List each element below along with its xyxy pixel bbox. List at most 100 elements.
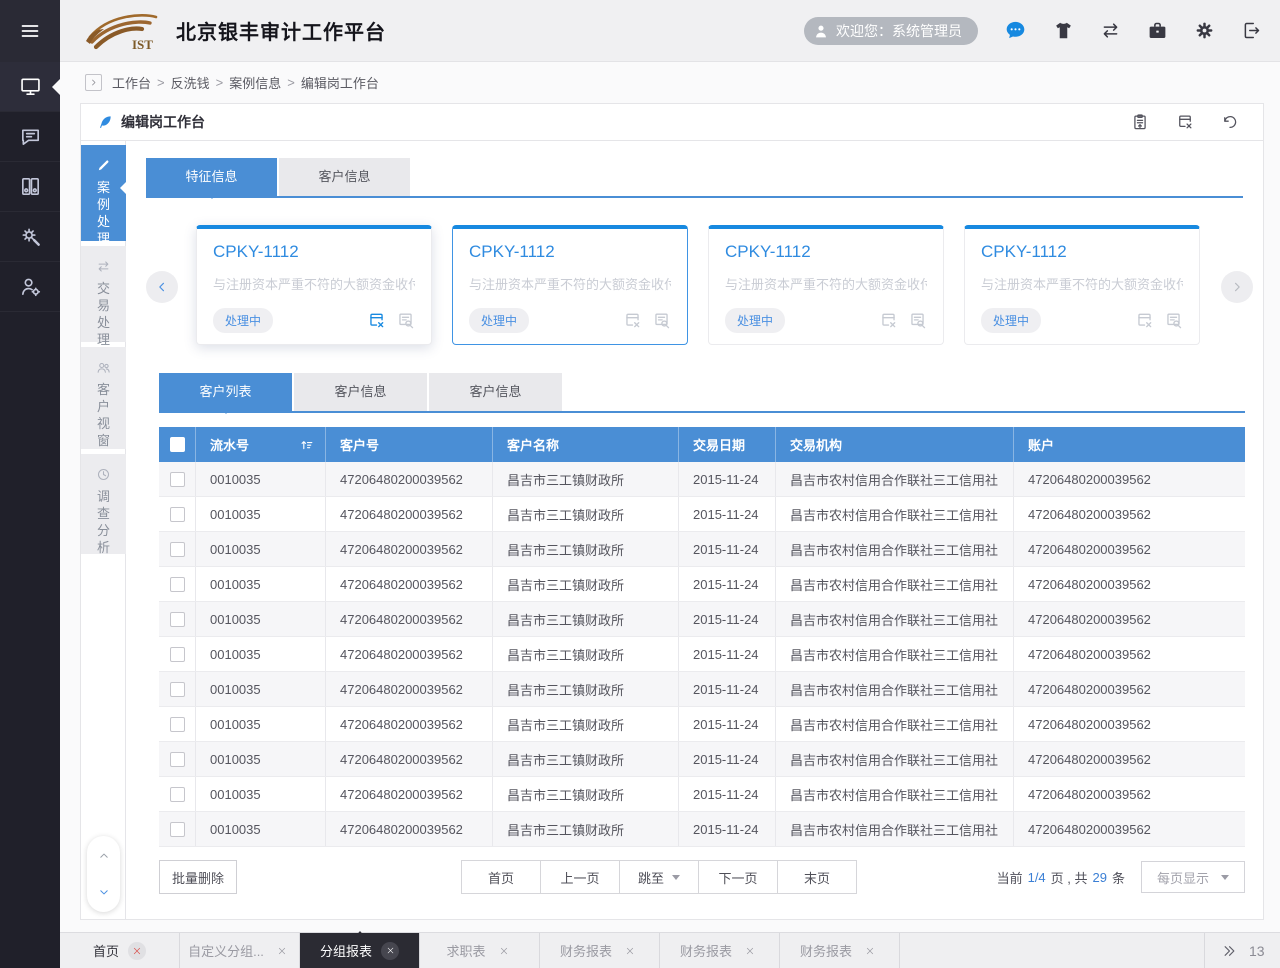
breadcrumb-item[interactable]: 工作台	[112, 73, 151, 92]
close-tab-button[interactable]	[741, 942, 759, 960]
row-checkbox[interactable]	[170, 822, 185, 837]
sidebar-nav-item[interactable]	[0, 162, 60, 212]
vertical-tab[interactable]: 客户视窗	[81, 347, 126, 449]
breadcrumb-toggle-button[interactable]	[85, 74, 102, 91]
welcome-user-button[interactable]: 欢迎您：系统管理员	[804, 17, 978, 45]
doc-search-icon[interactable]	[908, 311, 927, 330]
tshirt-icon[interactable]	[1053, 20, 1074, 41]
close-tab-button[interactable]	[381, 942, 399, 960]
swap-icon[interactable]	[1100, 20, 1121, 41]
bottom-tab[interactable]: 财务报表	[780, 933, 900, 968]
page-button[interactable]: 上一页	[540, 860, 620, 894]
row-checkbox[interactable]	[170, 682, 185, 697]
doc-search-icon[interactable]	[396, 311, 415, 330]
double-right-icon[interactable]	[1221, 943, 1237, 959]
table-row[interactable]: 0010035 47206480200039562 昌吉市三工镇财政所 2015…	[159, 532, 1245, 567]
table-row[interactable]: 0010035 47206480200039562 昌吉市三工镇财政所 2015…	[159, 707, 1245, 742]
logout-icon[interactable]	[1241, 20, 1262, 41]
close-tab-button[interactable]	[861, 942, 879, 960]
vertical-tab[interactable]: 调查分析	[81, 454, 126, 554]
page-button[interactable]: 末页	[777, 860, 857, 894]
cell-customer-name: 昌吉市三工镇财政所	[493, 777, 679, 811]
breadcrumb-item[interactable]: 编辑岗工作台	[301, 73, 379, 92]
bottom-tab[interactable]: 自定义分组...	[180, 933, 300, 968]
row-checkbox[interactable]	[170, 612, 185, 627]
table-row[interactable]: 0010035 47206480200039562 昌吉市三工镇财政所 2015…	[159, 672, 1245, 707]
bottom-tab[interactable]: 分组报表	[300, 933, 420, 968]
doc-remove-icon[interactable]	[367, 311, 386, 330]
close-tab-button[interactable]	[621, 942, 639, 960]
close-tab-button[interactable]	[495, 942, 513, 960]
page-button[interactable]: 首页	[461, 860, 541, 894]
table-row[interactable]: 0010035 47206480200039562 昌吉市三工镇财政所 2015…	[159, 497, 1245, 532]
table-row[interactable]: 0010035 47206480200039562 昌吉市三工镇财政所 2015…	[159, 462, 1245, 497]
row-checkbox[interactable]	[170, 577, 185, 592]
list-tab[interactable]: 客户信息	[429, 373, 562, 411]
case-card[interactable]: CPKY-1112 与注册资本严重不符的大额资金收付 处理中	[964, 225, 1200, 345]
list-tab[interactable]: 客户列表	[159, 373, 292, 411]
select-all-checkbox[interactable]	[170, 437, 185, 452]
page-button[interactable]: 下一页	[698, 860, 778, 894]
doc-remove-icon[interactable]	[1135, 311, 1154, 330]
vertical-tab-strip: 案例处理 交易处理 客户视窗 调查分析	[81, 141, 126, 919]
message-icon[interactable]	[1004, 19, 1027, 42]
cell-trade-org: 昌吉市农村信用合作联社三工信用社	[776, 532, 1014, 566]
row-checkbox[interactable]	[170, 472, 185, 487]
row-checkbox[interactable]	[170, 507, 185, 522]
feature-tab[interactable]: 客户信息	[279, 158, 410, 196]
per-page-select[interactable]: 每页显示	[1141, 861, 1245, 893]
table-row[interactable]: 0010035 47206480200039562 昌吉市三工镇财政所 2015…	[159, 637, 1245, 672]
briefcase-icon[interactable]	[1147, 20, 1168, 41]
cell-customer-name: 昌吉市三工镇财政所	[493, 497, 679, 531]
doc-remove-icon[interactable]	[1176, 113, 1194, 131]
table-row[interactable]: 0010035 47206480200039562 昌吉市三工镇财政所 2015…	[159, 742, 1245, 777]
menu-button[interactable]	[0, 0, 60, 62]
clipboard-icon[interactable]	[1131, 113, 1149, 131]
breadcrumb-item[interactable]: 案例信息	[229, 73, 281, 92]
bottom-tab[interactable]: 首页	[60, 933, 180, 968]
panel-header: 编辑岗工作台	[80, 103, 1264, 141]
close-tab-button[interactable]	[273, 942, 291, 960]
chevron-down-icon[interactable]	[97, 885, 111, 899]
table-row[interactable]: 0010035 47206480200039562 昌吉市三工镇财政所 2015…	[159, 602, 1245, 637]
gear-icon[interactable]	[1194, 20, 1215, 41]
bottom-tab[interactable]: 求职表	[420, 933, 540, 968]
carousel-prev-button[interactable]	[146, 271, 178, 303]
cell-customer-name: 昌吉市三工镇财政所	[493, 462, 679, 496]
row-checkbox[interactable]	[170, 787, 185, 802]
row-checkbox[interactable]	[170, 542, 185, 557]
table-row[interactable]: 0010035 47206480200039562 昌吉市三工镇财政所 2015…	[159, 812, 1245, 847]
bottom-tab[interactable]: 财务报表	[540, 933, 660, 968]
page-button[interactable]: 跳至	[619, 860, 699, 894]
doc-search-icon[interactable]	[652, 311, 671, 330]
case-card[interactable]: CPKY-1112 与注册资本严重不符的大额资金收付 处理中	[196, 225, 432, 345]
undo-icon[interactable]	[1221, 113, 1239, 131]
close-tab-button[interactable]	[128, 942, 146, 960]
feature-tab[interactable]: 特征信息	[146, 158, 277, 196]
bottom-tab[interactable]: 财务报表	[660, 933, 780, 968]
vertical-tab[interactable]: 交易处理	[81, 246, 126, 342]
sidebar-nav-item[interactable]	[0, 62, 60, 112]
list-tab[interactable]: 客户信息	[294, 373, 427, 411]
table-row[interactable]: 0010035 47206480200039562 昌吉市三工镇财政所 2015…	[159, 567, 1245, 602]
doc-remove-icon[interactable]	[879, 311, 898, 330]
row-checkbox[interactable]	[170, 717, 185, 732]
sidebar-nav-item[interactable]	[0, 212, 60, 262]
vertical-tab[interactable]: 案例处理	[81, 145, 126, 241]
carousel-next-button[interactable]	[1221, 271, 1253, 303]
sort-icon[interactable]	[299, 437, 315, 453]
cell-trade-date: 2015-11-24	[679, 742, 776, 776]
row-checkbox[interactable]	[170, 752, 185, 767]
table-row[interactable]: 0010035 47206480200039562 昌吉市三工镇财政所 2015…	[159, 777, 1245, 812]
case-card[interactable]: CPKY-1112 与注册资本严重不符的大额资金收付 处理中	[452, 225, 688, 345]
sidebar-nav-item[interactable]	[0, 112, 60, 162]
sidebar-nav-item[interactable]	[0, 262, 60, 312]
row-checkbox[interactable]	[170, 647, 185, 662]
case-card[interactable]: CPKY-1112 与注册资本严重不符的大额资金收付 处理中	[708, 225, 944, 345]
batch-delete-button[interactable]: 批量删除	[159, 860, 237, 894]
person-icon	[812, 22, 830, 40]
doc-search-icon[interactable]	[1164, 311, 1183, 330]
chevron-up-icon[interactable]	[97, 849, 111, 863]
breadcrumb-item[interactable]: 反洗钱	[171, 73, 210, 92]
doc-remove-icon[interactable]	[623, 311, 642, 330]
